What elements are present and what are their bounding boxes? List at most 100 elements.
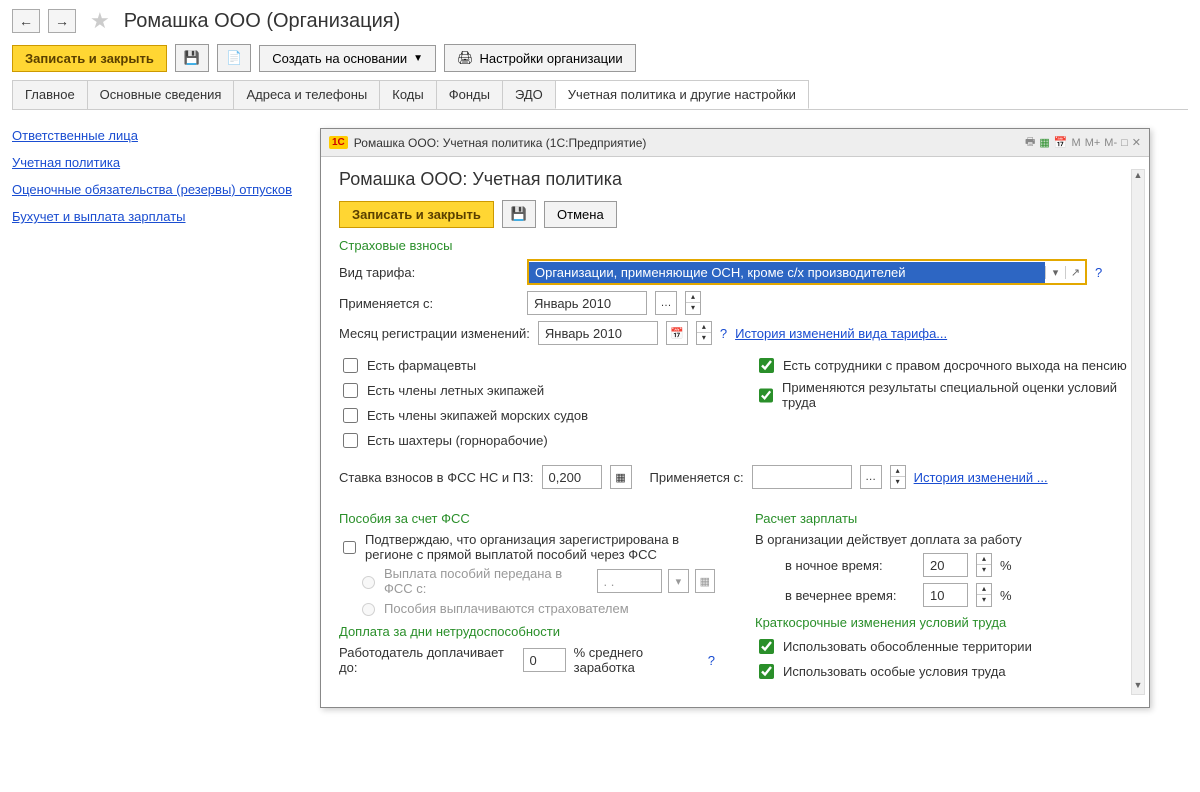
- fss-rate-label: Ставка взносов в ФСС НС и ПЗ:: [339, 470, 534, 485]
- section-salary: Расчет зарплаты: [755, 511, 1131, 526]
- calendar-icon: [670, 327, 684, 340]
- sidebar-link-0[interactable]: Ответственные лица: [12, 128, 292, 143]
- cb-flight-crew[interactable]: Есть члены летных экипажей: [339, 380, 715, 401]
- cb-miners[interactable]: Есть шахтеры (горнорабочие): [339, 430, 715, 451]
- reg-month-spinner[interactable]: ▴▾: [696, 321, 712, 345]
- night-label: в ночное время:: [785, 558, 915, 573]
- applies-from2-spinner[interactable]: ▴▾: [890, 465, 906, 489]
- cb-region-confirm[interactable]: Подтверждаю, что организация зарегистрир…: [339, 532, 715, 562]
- tab-4[interactable]: Фонды: [436, 80, 503, 109]
- tab-1[interactable]: Основные сведения: [87, 80, 235, 109]
- applies-from-label: Применяется с:: [339, 296, 519, 311]
- modal-scrollbar[interactable]: ▲ ▼: [1131, 169, 1145, 695]
- reg-month-input[interactable]: Январь 2010: [538, 321, 658, 345]
- tab-2[interactable]: Адреса и телефоны: [233, 80, 380, 109]
- help-icon[interactable]: ?: [708, 653, 715, 668]
- combo-open-icon[interactable]: ↗: [1065, 266, 1085, 279]
- mem-mplus[interactable]: M+: [1085, 137, 1101, 149]
- applies-from-spinner[interactable]: ▴▾: [685, 291, 701, 315]
- employer-pays-input[interactable]: 0: [523, 648, 566, 672]
- changes-history-link[interactable]: История изменений ...: [914, 470, 1048, 485]
- window-close-icon[interactable]: ✕: [1132, 136, 1141, 149]
- ellipsis-button[interactable]: …: [860, 465, 882, 489]
- modal-cancel-button[interactable]: Отмена: [544, 201, 617, 228]
- app-1c-icon: 1С: [329, 136, 348, 149]
- modal-save-close-button[interactable]: Записать и закрыть: [339, 201, 494, 228]
- mem-m[interactable]: M: [1072, 137, 1081, 149]
- transferred-date-input: . .: [597, 569, 663, 593]
- sidebar-link-1[interactable]: Учетная политика: [12, 155, 292, 170]
- combo-dropdown-icon[interactable]: ▾: [1045, 266, 1065, 279]
- mem-mminus[interactable]: M-: [1104, 137, 1117, 149]
- page-title: Ромашка ООО (Организация): [124, 10, 401, 33]
- sidebar-links: Ответственные лица Учетная политика Оценоч…: [12, 128, 292, 224]
- save-close-button[interactable]: Записать и закрыть: [12, 45, 167, 72]
- tariff-type-combo[interactable]: Организации, применяющие ОСН, кроме с/х …: [527, 259, 1087, 285]
- main-toolbar: Записать и закрыть Создать на основании …: [12, 44, 1188, 72]
- calendar-icon[interactable]: 📅: [1054, 136, 1068, 149]
- section-insurance: Страховые взносы: [339, 238, 1131, 253]
- tab-0[interactable]: Главное: [12, 80, 88, 109]
- modal-title: Ромашка ООО: Учетная политика: [339, 169, 1131, 190]
- grid-icon[interactable]: ▦: [1039, 136, 1049, 149]
- tab-6[interactable]: Учетная политика и другие настройки: [555, 80, 809, 109]
- section-benefits: Пособия за счет ФСС: [339, 511, 715, 526]
- applies-from2-input[interactable]: [752, 465, 852, 489]
- print-icon: [457, 50, 474, 66]
- tab-3[interactable]: Коды: [379, 80, 436, 109]
- create-based-button[interactable]: Создать на основании ▼: [259, 45, 436, 72]
- save-button[interactable]: [175, 44, 209, 72]
- cb-special-conditions[interactable]: Использовать особые условия труда: [755, 661, 1131, 682]
- help-icon[interactable]: ?: [1095, 265, 1102, 280]
- window-maximize-icon[interactable]: □: [1121, 137, 1128, 149]
- modal-window-title: Ромашка ООО: Учетная политика (1С:Предпр…: [354, 136, 647, 150]
- accounting-policy-modal: 1С Ромашка ООО: Учетная политика (1С:Пре…: [320, 128, 1150, 708]
- org-settings-button[interactable]: Настройки организации: [444, 44, 636, 72]
- radio-insurer: Пособия выплачиваются страхователем: [357, 600, 715, 616]
- employer-pays-label: Работодатель доплачивает до:: [339, 645, 515, 675]
- ellipsis-button[interactable]: …: [655, 291, 677, 315]
- modal-titlebar[interactable]: 1С Ромашка ООО: Учетная политика (1С:Пре…: [321, 129, 1149, 157]
- sidebar-link-2[interactable]: Оценочные обязательства (резервы) отпуск…: [12, 182, 292, 197]
- applies-from2-label: Применяется с:: [650, 470, 744, 485]
- evening-label: в вечернее время:: [785, 588, 915, 603]
- tariff-type-label: Вид тарифа:: [339, 265, 519, 280]
- cb-sout-results[interactable]: Применяются результаты специальной оценк…: [755, 380, 1131, 410]
- radio-transferred: Выплата пособий передана в ФСС с: . . ▾ …: [357, 566, 715, 596]
- calendar-button: ▦: [695, 569, 715, 593]
- evening-input[interactable]: 10: [923, 583, 968, 607]
- night-input[interactable]: 20: [923, 553, 968, 577]
- calendar-button[interactable]: [666, 321, 688, 345]
- tariff-type-value: Организации, применяющие ОСН, кроме с/х …: [529, 262, 1045, 283]
- sidebar-link-3[interactable]: Бухучет и выплата зарплаты: [12, 209, 292, 224]
- cb-territories[interactable]: Использовать обособленные территории: [755, 636, 1131, 657]
- chevron-down-icon: ▼: [413, 53, 423, 64]
- modal-save-button[interactable]: [502, 200, 536, 228]
- calc-button[interactable]: ▦: [610, 465, 632, 489]
- favorite-star-icon[interactable]: ★: [90, 8, 110, 34]
- tariff-history-link[interactable]: История изменений вида тарифа...: [735, 326, 947, 341]
- cb-pharmacists[interactable]: Есть фармацевты: [339, 355, 715, 376]
- floppy-icon: [184, 50, 200, 66]
- section-sickpay: Доплата за дни нетрудоспособности: [339, 624, 715, 639]
- section-shortterm: Краткосрочные изменения условий труда: [755, 615, 1131, 630]
- cb-marine-crew[interactable]: Есть члены экипажей морских судов: [339, 405, 715, 426]
- fss-rate-input[interactable]: 0,200: [542, 465, 602, 489]
- dropdown-button: ▾: [668, 569, 688, 593]
- floppy-icon: [511, 206, 527, 222]
- evening-spinner[interactable]: ▴▾: [976, 583, 992, 607]
- salary-extra-text: В организации действует доплата за работ…: [755, 532, 1131, 547]
- nav-back-button[interactable]: ←: [12, 9, 40, 33]
- employer-pays-suffix: % среднего заработка: [574, 645, 700, 675]
- tab-5[interactable]: ЭДО: [502, 80, 556, 109]
- help-icon[interactable]: ?: [720, 326, 727, 341]
- nav-forward-button[interactable]: →: [48, 9, 76, 33]
- cb-early-pension[interactable]: Есть сотрудники с правом досрочного выхо…: [755, 355, 1131, 376]
- print-icon[interactable]: 🖶: [1025, 133, 1035, 152]
- reg-month-label: Месяц регистрации изменений:: [339, 326, 530, 341]
- night-spinner[interactable]: ▴▾: [976, 553, 992, 577]
- applies-from-input[interactable]: Январь 2010: [527, 291, 647, 315]
- document-icon: [226, 50, 242, 66]
- doc-button[interactable]: [217, 44, 251, 72]
- tabs-bar: ГлавноеОсновные сведенияАдреса и телефон…: [12, 80, 1188, 110]
